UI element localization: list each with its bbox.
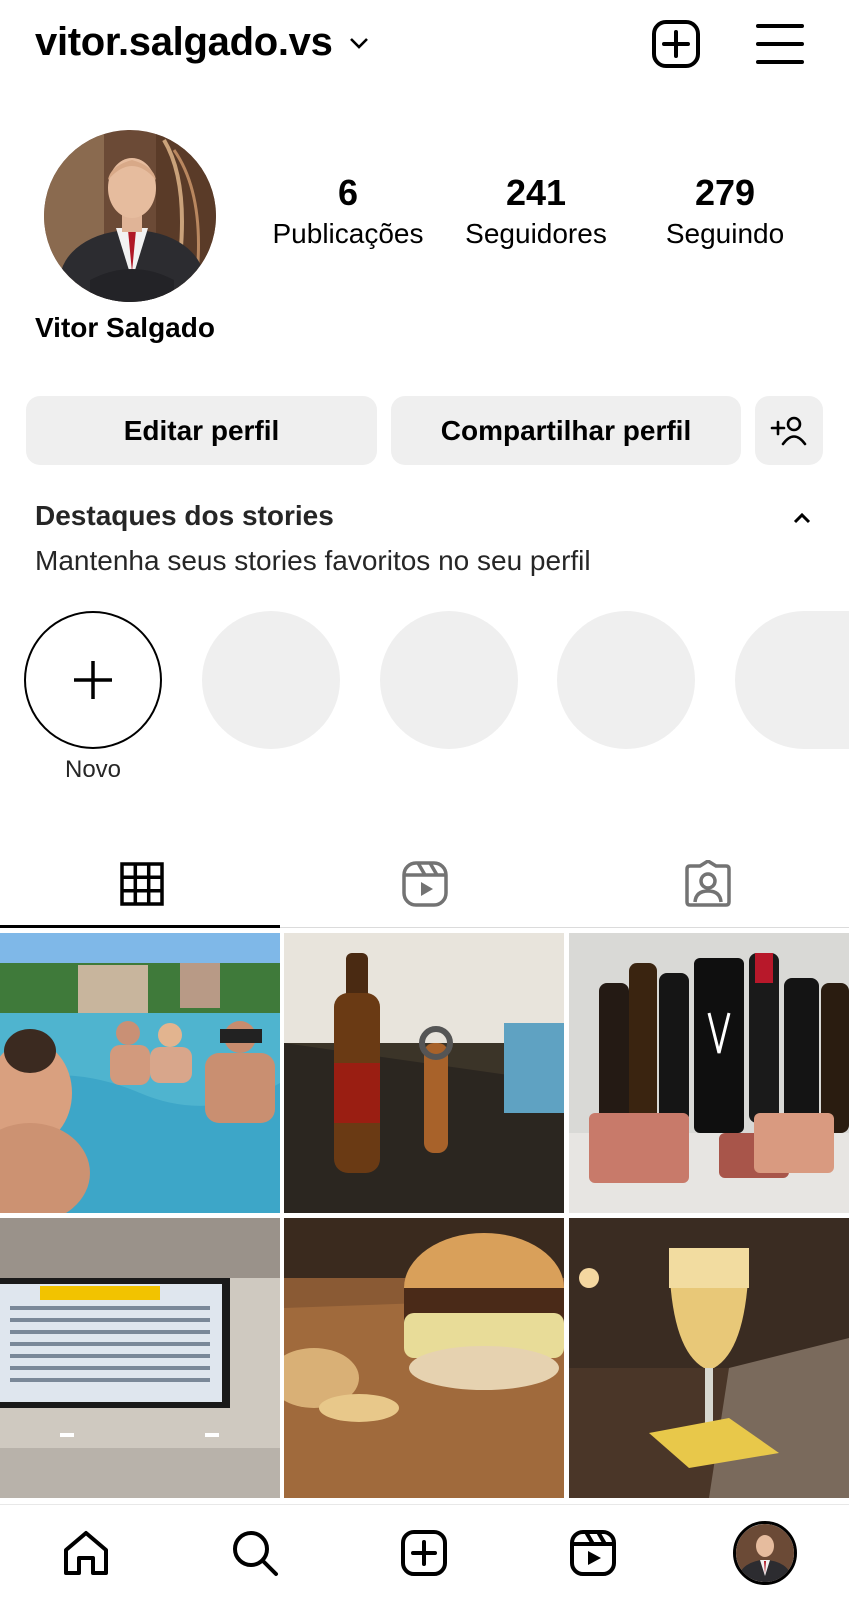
home-icon [64, 1531, 108, 1575]
highlight-placeholder [380, 611, 518, 749]
username: vitor.salgado.vs [35, 20, 333, 64]
new-highlight-button[interactable] [24, 611, 162, 749]
top-bar: vitor.salgado.vs [0, 0, 849, 90]
profile-tabs [0, 840, 849, 928]
post-beer-bottle-photo[interactable] [284, 933, 564, 1213]
discover-people-button[interactable] [755, 396, 823, 465]
tagged-icon [684, 860, 731, 907]
active-tab-indicator [0, 925, 280, 928]
chevron-up-icon[interactable] [790, 506, 814, 530]
tab-reels[interactable] [283, 840, 566, 928]
create-icon [401, 1530, 447, 1576]
stat-followers[interactable]: 241 Seguidores [446, 172, 626, 254]
nav-reels[interactable] [565, 1525, 621, 1581]
highlight-placeholder [202, 611, 340, 749]
share-profile-button[interactable]: Compartilhar perfil [391, 396, 741, 465]
stat-following[interactable]: 279 Seguindo [635, 172, 815, 254]
highlights-subtitle: Mantenha seus stories favoritos no seu p… [35, 545, 591, 576]
highlights-title: Destaques dos stories [35, 500, 334, 531]
reels-icon [570, 1530, 616, 1576]
post-burger-photo[interactable] [284, 1218, 564, 1498]
post-pool-photo[interactable] [0, 933, 280, 1213]
following-count: 279 [694, 172, 756, 213]
profile-full-name: Vitor Salgado [35, 312, 215, 343]
highlight-placeholder [735, 611, 849, 749]
posts-label: Publicações [272, 218, 424, 249]
tab-tagged[interactable] [566, 840, 849, 928]
post-beer-glass-photo[interactable] [569, 1218, 849, 1498]
chevron-down-icon [349, 37, 368, 49]
nav-create[interactable] [396, 1525, 452, 1581]
edit-profile-button[interactable]: Editar perfil [26, 396, 377, 465]
person-plus-icon [770, 416, 807, 445]
followers-label: Seguidores [465, 218, 607, 249]
new-highlight-label: Novo [64, 756, 122, 783]
highlight-placeholder [557, 611, 695, 749]
following-label: Seguindo [665, 218, 785, 249]
post-airport-board-photo[interactable] [0, 1218, 280, 1498]
nav-search[interactable] [227, 1525, 283, 1581]
plus-square-icon[interactable] [650, 18, 702, 70]
grid-icon [119, 862, 164, 906]
posts-count: 6 [337, 172, 359, 213]
search-icon [233, 1531, 278, 1576]
stat-posts[interactable]: 6 Publicações [258, 172, 438, 254]
nav-profile-avatar[interactable] [733, 1521, 797, 1585]
post-wine-bottles-photo[interactable] [569, 933, 849, 1213]
profile-avatar[interactable] [44, 130, 216, 302]
bottom-navigation [0, 1504, 849, 1600]
hamburger-menu-icon[interactable] [754, 18, 806, 70]
followers-count: 241 [505, 172, 567, 213]
username-switcher[interactable]: vitor.salgado.vs [35, 20, 371, 65]
plus-icon [74, 661, 112, 699]
tab-posts-grid[interactable] [0, 840, 283, 928]
nav-home[interactable] [58, 1525, 114, 1581]
reels-icon [401, 861, 448, 907]
